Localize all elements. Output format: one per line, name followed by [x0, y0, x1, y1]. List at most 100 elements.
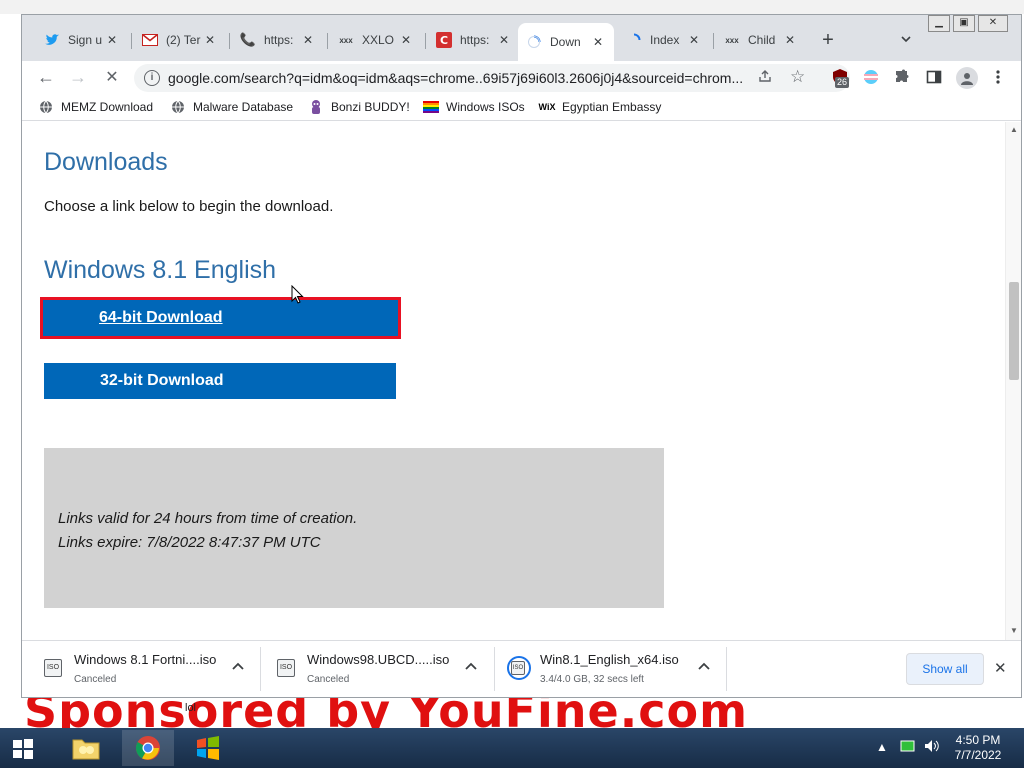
download-32bit-button[interactable]: 32-bit Download	[44, 363, 396, 399]
show-hidden-icons-icon[interactable]: ▲	[876, 740, 888, 754]
link-validity-notice: Links valid for 24 hours from time of cr…	[44, 448, 664, 608]
close-icon[interactable]: ✕	[300, 32, 316, 48]
watermark-text: Sponsored by YouFine.com	[24, 698, 748, 728]
close-icon[interactable]: ✕	[686, 32, 702, 48]
profile-avatar-icon[interactable]	[956, 67, 978, 89]
flag-extension-icon[interactable]	[861, 67, 881, 87]
close-icon[interactable]: ✕	[202, 32, 218, 48]
globe-icon	[170, 99, 186, 115]
scroll-up-arrow-icon[interactable]: ▲	[1010, 125, 1018, 134]
site-info-icon[interactable]: i	[144, 70, 160, 86]
bookmark-label: Egyptian Embassy	[562, 100, 662, 114]
rainbow-flag-icon	[423, 99, 439, 115]
taskbar-file-explorer[interactable]	[60, 730, 112, 766]
chrome-icon	[135, 736, 160, 760]
tab-search-button[interactable]	[898, 33, 914, 49]
chevron-up-icon[interactable]	[698, 659, 710, 673]
start-button[interactable]	[12, 738, 34, 760]
tab-downloads-active[interactable]: Down ✕	[518, 23, 614, 61]
maximize-button[interactable]: ▣	[953, 15, 975, 32]
windows-logo-icon	[13, 739, 33, 759]
gmail-icon	[142, 32, 158, 48]
tab-divider	[229, 33, 230, 49]
taskbar-windows-app[interactable]	[182, 730, 234, 766]
close-icon[interactable]: ✕	[994, 659, 1007, 677]
tab-title: Down	[550, 35, 581, 49]
address-bar[interactable]: i google.com/search?q=idm&oq=idm&aqs=chr…	[134, 64, 850, 92]
show-all-downloads-button[interactable]: Show all	[906, 653, 984, 685]
tab-c-site[interactable]: C https: ✕	[428, 25, 520, 55]
tab-phone[interactable]: 📞 https: ✕	[232, 25, 324, 55]
page-scrollbar[interactable]: ▲ ▼	[1005, 122, 1021, 640]
address-bar-url[interactable]: google.com/search?q=idm&oq=idm&aqs=chrom…	[168, 70, 758, 86]
close-icon[interactable]: ✕	[398, 32, 414, 48]
bookmark-label: Windows ISOs	[446, 100, 525, 114]
minimize-button[interactable]: ▁	[928, 15, 950, 32]
tab-child[interactable]: xxx Child ✕	[716, 25, 806, 55]
tab-gmail[interactable]: (2) Ter ✕	[134, 25, 226, 55]
battery-icon[interactable]	[900, 739, 916, 756]
tab-title: https:	[460, 33, 490, 47]
desktop-background-left	[0, 14, 21, 728]
tab-strip: Sign u ✕ (2) Ter ✕ 📞 https: ✕ xxx XXLO ✕	[22, 15, 1021, 61]
tab-divider	[425, 33, 426, 49]
new-tab-button[interactable]: +	[818, 30, 838, 51]
chevron-up-icon[interactable]	[232, 659, 244, 673]
tab-title: Child	[748, 33, 776, 47]
back-button[interactable]: ←	[34, 65, 58, 89]
close-icon[interactable]: ✕	[104, 32, 120, 48]
extensions-puzzle-icon[interactable]	[892, 67, 912, 87]
download-divider	[726, 647, 727, 691]
close-icon[interactable]: ✕	[496, 32, 512, 48]
bookmark-egyptian-embassy[interactable]: WiX Egyptian Embassy	[538, 99, 662, 115]
tab-divider	[327, 33, 328, 49]
extension-badge: 26	[835, 77, 850, 88]
bookmark-malware-database[interactable]: Malware Database	[170, 99, 293, 115]
tab-title: XXLO	[362, 33, 395, 47]
share-icon[interactable]	[758, 69, 772, 86]
iso-file-icon: ISO	[511, 661, 525, 675]
page-title: Downloads	[44, 148, 168, 176]
bookmark-star-icon[interactable]: ☆	[790, 67, 805, 87]
taskbar-chrome[interactable]	[122, 730, 174, 766]
twitter-icon	[44, 32, 60, 48]
tab-twitter[interactable]: Sign u ✕	[36, 25, 128, 55]
scrollbar-thumb[interactable]	[1009, 282, 1019, 380]
download-64bit-button[interactable]: 64-bit Download	[40, 297, 401, 339]
bookmark-bonzi-buddy[interactable]: Bonzi BUDDY!	[308, 99, 410, 115]
download-status: 3.4/4.0 GB, 32 secs left	[540, 674, 644, 685]
window-close-button[interactable]: ✕	[978, 15, 1008, 32]
chevron-up-icon[interactable]	[465, 659, 477, 673]
bookmark-windows-isos[interactable]: Windows ISOs	[423, 99, 525, 115]
page-intro-text: Choose a link below to begin the downloa…	[44, 198, 334, 215]
tab-xxlo[interactable]: xxx XXLO ✕	[330, 25, 422, 55]
bookmark-memz[interactable]: MEMZ Download	[38, 99, 153, 115]
scroll-down-arrow-icon[interactable]: ▼	[1010, 626, 1018, 635]
stop-loading-button[interactable]: ✕	[100, 65, 124, 89]
close-icon[interactable]: ✕	[782, 32, 798, 48]
forward-button[interactable]: →	[66, 65, 90, 89]
bonzi-icon	[308, 99, 324, 115]
menu-kebab-icon[interactable]	[988, 67, 1008, 87]
tab-index[interactable]: Index ✕	[618, 25, 710, 55]
download-status: Canceled	[307, 674, 350, 685]
side-panel-icon[interactable]	[924, 67, 944, 87]
loading-spinner-icon	[526, 34, 542, 50]
download-item-in-progress[interactable]: ISO Win8.1_English_x64.iso 3.4/4.0 GB, 3…	[507, 647, 710, 691]
folder-icon	[72, 739, 100, 760]
web-page-content: Downloads Choose a link below to begin t…	[22, 122, 1005, 640]
wix-icon: WiX	[538, 102, 556, 112]
close-icon[interactable]: ✕	[590, 34, 606, 50]
bookmark-label: Malware Database	[193, 100, 294, 114]
download-filename: Windows 8.1 Fortni....iso	[74, 652, 217, 667]
volume-icon[interactable]	[924, 739, 940, 756]
taskbar-clock[interactable]: 4:50 PM 7/7/2022	[945, 733, 1011, 763]
loading-spinner-icon	[626, 32, 642, 48]
windows-flag-icon	[197, 736, 219, 760]
download-item[interactable]: ISO Windows98.UBCD.....iso Canceled	[277, 647, 477, 691]
download-filename: Win8.1_English_x64.iso	[540, 652, 679, 667]
clock-time: 4:50 PM	[955, 733, 1001, 747]
notice-validity-text: Links valid for 24 hours from time of cr…	[58, 510, 358, 527]
download-item[interactable]: ISO Windows 8.1 Fortni....iso Canceled	[44, 647, 244, 691]
windows-taskbar: ▲ 4:50 PM 7/7/2022	[0, 728, 1024, 768]
